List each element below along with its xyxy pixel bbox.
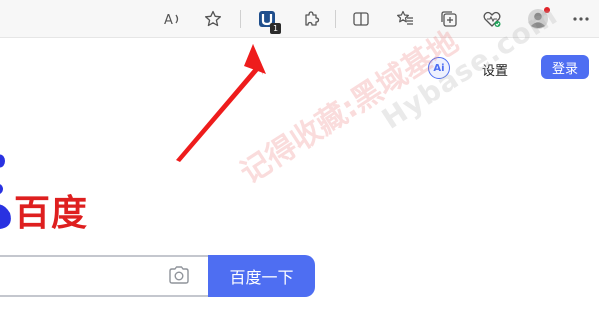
collections-icon[interactable]: [438, 8, 460, 30]
split-screen-icon[interactable]: [350, 8, 372, 30]
camera-icon[interactable]: [168, 265, 190, 285]
notification-dot: [544, 7, 550, 13]
login-button[interactable]: 登录: [541, 55, 589, 79]
ai-assistant-button[interactable]: Ai: [428, 57, 450, 79]
baidu-logo-text: 百度: [14, 193, 89, 234]
extension-badge: 1: [270, 23, 281, 34]
browser-toolbar: A 1: [0, 0, 599, 38]
favorites-list-icon[interactable]: [394, 8, 416, 30]
settings-link[interactable]: 设置: [482, 60, 508, 79]
toolbar-separator: [335, 10, 336, 28]
favorite-star-icon[interactable]: [202, 8, 224, 30]
search-button[interactable]: 百度一下: [208, 255, 315, 297]
more-menu-icon[interactable]: [570, 8, 592, 30]
extension-u-icon[interactable]: 1: [256, 8, 281, 34]
extensions-puzzle-icon[interactable]: [300, 8, 322, 30]
toolbar-separator: [240, 10, 241, 28]
read-aloud-icon[interactable]: A: [162, 8, 184, 30]
browser-essentials-icon[interactable]: [481, 8, 503, 30]
profile-avatar-icon[interactable]: [527, 7, 550, 30]
baidu-homepage: Ai 设置 登录 百度 百度一下: [0, 38, 599, 326]
svg-text:A: A: [164, 13, 173, 28]
